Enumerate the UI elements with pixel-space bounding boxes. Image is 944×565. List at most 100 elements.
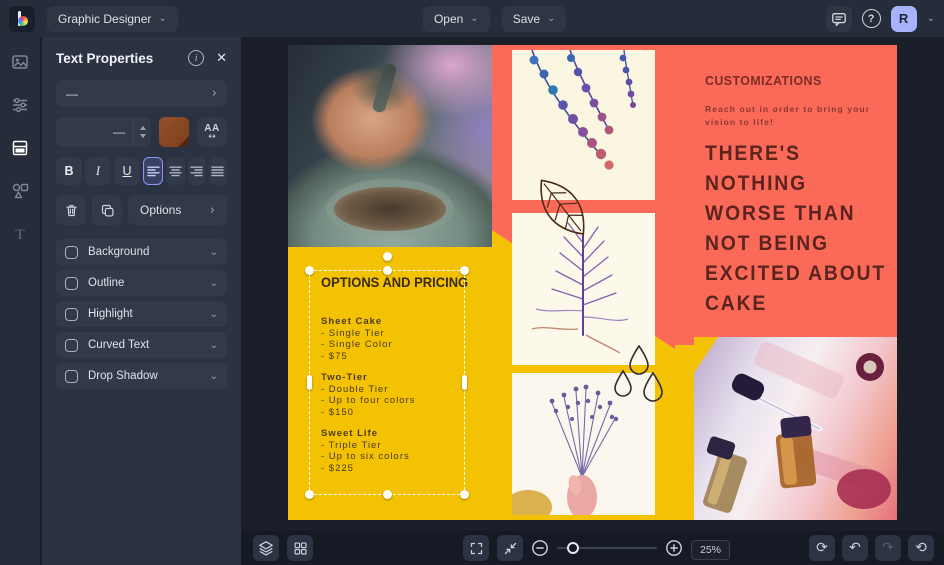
help-button[interactable]: ? <box>861 9 881 28</box>
adjustments-tab[interactable] <box>11 96 29 114</box>
tool-rail: T <box>0 37 41 565</box>
statement-text[interactable]: THERE'S NOTHING WORSE THAN NOT BEING EXC… <box>705 139 889 319</box>
statement-line: NOTHING <box>705 172 807 195</box>
toggle-outline[interactable]: Outline ⌄ <box>56 270 227 296</box>
toggle-curved-text[interactable]: Curved Text ⌄ <box>56 332 227 358</box>
question-icon: ? <box>867 12 875 25</box>
font-size-stepper[interactable] <box>133 117 151 147</box>
eucalyptus-art-panel[interactable] <box>512 50 655 200</box>
toggle-background[interactable]: Background ⌄ <box>56 239 227 265</box>
options-dropdown[interactable]: Options › <box>128 195 227 225</box>
toggle-drop-shadow[interactable]: Drop Shadow ⌄ <box>56 363 227 389</box>
templates-tab-active[interactable] <box>11 139 29 157</box>
fullscreen-button[interactable] <box>463 535 489 561</box>
image-manager-tab[interactable] <box>11 53 29 71</box>
fit-to-screen-button[interactable] <box>497 535 523 561</box>
fullscreen-icon <box>470 542 482 554</box>
chevron-down-icon: ⌄ <box>158 12 167 24</box>
design-canvas[interactable]: CUSTOMIZATIONS Reach out in order to bri… <box>288 45 897 520</box>
undo-button[interactable]: ↶ <box>842 535 868 561</box>
close-icon[interactable]: ✕ <box>216 50 227 66</box>
history-button[interactable]: ⟲ <box>908 535 934 561</box>
save-button[interactable]: Save ⌄ <box>501 5 567 32</box>
account-chevron-down-icon[interactable]: ⌄ <box>927 13 935 24</box>
save-label: Save <box>512 11 541 26</box>
letter-spacing-button[interactable]: AA ↔ <box>197 117 227 147</box>
underline-button[interactable]: U <box>114 157 140 185</box>
topbar-right-group: ? R ⌄ <box>825 5 935 32</box>
resize-handle-bottom-right[interactable] <box>460 490 469 499</box>
font-size-input[interactable]: — <box>56 117 151 147</box>
chevron-right-icon: › <box>209 202 215 218</box>
resize-handle-bottom-center[interactable] <box>382 490 392 499</box>
user-avatar[interactable]: R <box>890 5 917 32</box>
statement-line: NOT BEING <box>705 232 829 255</box>
graphics-shapes-tab[interactable] <box>11 182 29 200</box>
grid-view-button[interactable] <box>287 535 313 561</box>
align-right-button[interactable] <box>187 157 206 185</box>
drop-shadow-checkbox[interactable] <box>65 369 78 383</box>
justify-button[interactable] <box>208 157 227 185</box>
comment-icon <box>831 12 846 26</box>
zoom-slider-knob[interactable] <box>567 542 579 554</box>
zoom-out-button[interactable] <box>531 539 549 557</box>
vials-photo[interactable] <box>694 337 897 520</box>
font-family-select[interactable]: — › <box>56 80 227 107</box>
justify-icon <box>211 166 225 176</box>
stepper-up-icon[interactable] <box>139 126 146 130</box>
chevron-down-icon: ⌄ <box>209 308 218 320</box>
undo-icon: ↶ <box>849 540 861 556</box>
text-color-swatch[interactable] <box>159 117 189 147</box>
info-icon[interactable]: i <box>188 50 205 66</box>
open-label: Open <box>433 11 464 26</box>
delete-button[interactable] <box>56 195 86 225</box>
text-tab[interactable]: T <box>11 225 29 243</box>
text-selection-box[interactable] <box>305 252 469 499</box>
app-mode-dropdown[interactable]: Graphic Designer ⌄ <box>47 5 178 32</box>
panel-header: Text Properties i ✕ <box>56 50 227 66</box>
customizations-heading[interactable]: CUSTOMIZATIONS <box>705 73 822 88</box>
chevron-down-icon: ⌄ <box>547 12 556 24</box>
feedback-button[interactable] <box>825 5 852 32</box>
resize-handle-bottom-left[interactable] <box>305 490 314 499</box>
redo-button[interactable]: ↷ <box>875 535 901 561</box>
befunky-logo-icon[interactable] <box>9 5 35 32</box>
align-center-icon <box>169 166 182 176</box>
duplicate-button[interactable] <box>92 195 122 225</box>
layers-button[interactable] <box>253 535 279 561</box>
letter-spacing-arrows-icon: ↔ <box>208 131 216 142</box>
bold-button[interactable]: B <box>56 157 82 185</box>
rotate-handle[interactable] <box>382 252 392 261</box>
highlight-checkbox[interactable] <box>65 307 78 321</box>
middle-column <box>492 45 675 520</box>
align-left-button[interactable] <box>143 157 164 185</box>
zoom-in-button[interactable] <box>665 539 683 557</box>
align-center-button[interactable] <box>166 157 185 185</box>
mortar-pestle-photo[interactable] <box>288 45 492 247</box>
zoom-level-field[interactable]: 25% <box>691 539 731 560</box>
bottombar-right-group: ⟳ ↶ ↷ ⟲ <box>809 535 934 561</box>
curved-text-checkbox[interactable] <box>65 338 78 352</box>
resize-handle-right[interactable] <box>462 375 467 390</box>
background-checkbox[interactable] <box>65 245 78 259</box>
toggle-highlight[interactable]: Highlight ⌄ <box>56 301 227 327</box>
customizations-subtext[interactable]: Reach out in order to bring your vision … <box>705 103 880 129</box>
droplets-doodle-art[interactable] <box>610 345 668 409</box>
bottombar-center-group: 25% <box>463 535 731 561</box>
resize-handle-top-center[interactable] <box>382 266 392 275</box>
font-size-value: — <box>113 125 125 139</box>
zoom-slider[interactable] <box>557 535 657 561</box>
statement-line: EXCITED ABOUT <box>705 262 886 285</box>
resize-handle-top-right[interactable] <box>460 266 469 275</box>
stepper-down-icon[interactable] <box>139 134 146 138</box>
open-button[interactable]: Open ⌄ <box>422 5 490 32</box>
resize-handle-left[interactable] <box>307 375 312 390</box>
reset-button[interactable]: ⟳ <box>809 535 835 561</box>
panel-title: Text Properties <box>56 50 154 66</box>
statement-line: THERE'S <box>705 142 801 165</box>
yellow-strip <box>675 345 694 520</box>
resize-handle-top-left[interactable] <box>305 266 314 275</box>
redo-icon: ↷ <box>882 540 894 556</box>
outline-checkbox[interactable] <box>65 276 78 290</box>
italic-button[interactable]: I <box>85 157 111 185</box>
